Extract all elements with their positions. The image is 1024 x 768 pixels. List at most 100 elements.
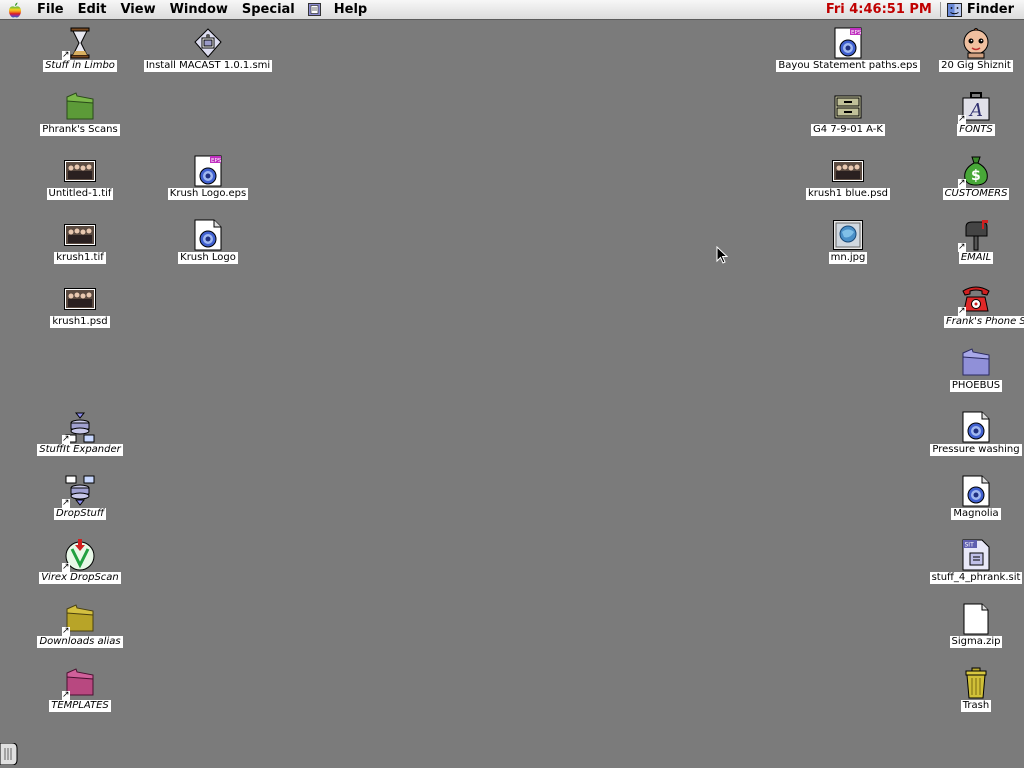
image-thumbnail-icon	[64, 288, 96, 310]
desktop-icon-label: PHOEBUS	[949, 380, 1003, 392]
desktop-icon-label: G4 7-9-01 A-K	[811, 124, 885, 136]
desktop-icon-krush1-tif[interactable]: krush1.tif	[20, 219, 140, 264]
mouse-pointer-icon	[716, 246, 728, 264]
desktop-icon-label: krush1.psd	[50, 316, 110, 328]
desktop-icon-virex-dropscan[interactable]: ↗ Virex DropScan	[20, 539, 140, 584]
desktop-icon-label: StuffIt Expander	[37, 444, 123, 456]
desktop-icon-fonts[interactable]: A ↗ FONTS	[916, 91, 1024, 136]
alias-arrow-icon: ↗	[62, 434, 70, 444]
desktop-icon-label: Phrank's Scans	[40, 124, 120, 136]
purple-folder-icon	[962, 348, 990, 376]
alias-arrow-icon: ↗	[958, 242, 966, 252]
desktop-icon-pressure-washing[interactable]: Pressure washing	[916, 411, 1024, 456]
image-thumbnail-icon	[832, 160, 864, 182]
menu-special[interactable]: Special	[235, 0, 302, 19]
desktop-icon-dropstuff[interactable]: ↗ DropStuff	[20, 475, 140, 520]
desktop-icon-label: Sigma.zip	[949, 636, 1003, 648]
desktop-icon-20-gig-shiznit[interactable]: 20 Gig Shiznit	[916, 27, 1024, 72]
desktop-icon-email[interactable]: ↗ EMAIL	[916, 219, 1024, 264]
svg-text:$: $	[971, 168, 981, 184]
desktop-icon-label: mn.jpg	[828, 252, 868, 264]
alias-arrow-icon: ↗	[62, 562, 70, 572]
desktop-icon-label: Krush Logo.eps	[167, 188, 249, 200]
desktop-icon-label: DropStuff	[53, 508, 107, 520]
application-name: Finder	[966, 2, 1014, 17]
desktop-icon-stuff-in-limbo[interactable]: ↗ Stuff in Limbo	[20, 27, 140, 72]
desktop-icon-label: Trash	[960, 700, 992, 712]
menu-file[interactable]: File	[30, 0, 71, 19]
desktop-icon-label: Magnolia	[951, 508, 1001, 520]
finder-icon	[946, 2, 962, 17]
desktop-icon-sigma-zip[interactable]: Sigma.zip	[916, 603, 1024, 648]
desktop-icon-label: Bayou Statement paths.eps	[776, 60, 920, 72]
alias-arrow-icon: ↗	[62, 50, 70, 60]
desktop-icon-label: FONTS	[957, 124, 995, 136]
desktop-icon-bayou-statement-eps[interactable]: EPS Bayou Statement paths.eps	[776, 27, 920, 72]
apple-menu[interactable]	[0, 0, 30, 19]
svg-text:SIT: SIT	[965, 542, 975, 549]
file-cabinet-icon	[834, 95, 862, 119]
desktop-icon-krush-logo[interactable]: Krush Logo	[148, 219, 268, 264]
desktop-icon-label: CUSTOMERS	[942, 188, 1010, 200]
document-icon	[962, 411, 990, 443]
desktop-icon-install-macast[interactable]: Install MACAST 1.0.1.smi	[143, 27, 273, 72]
eps-document-icon: EPS	[834, 27, 862, 59]
blank-document-icon	[963, 603, 989, 635]
desktop-icon-krush1-blue-psd[interactable]: krush1 blue.psd	[788, 155, 908, 200]
desktop-icon-magnolia[interactable]: Magnolia	[916, 475, 1024, 520]
desktop-icon-franks-phone-sheet[interactable]: ↗ Frank's Phone Sheet	[916, 283, 1024, 328]
script-icon	[307, 3, 321, 16]
desktop-icon-stuff-4-phrank-sit[interactable]: SIT stuff_4_phrank.sit	[916, 539, 1024, 584]
desktop-icon-phoebus[interactable]: PHOEBUS	[916, 347, 1024, 392]
svg-text:EPS: EPS	[851, 30, 862, 36]
desktop-icon-label: Frank's Phone Sheet	[944, 316, 1024, 328]
desktop-icon-label: krush1.tif	[54, 252, 106, 264]
desktop-icon-untitled-1-tif[interactable]: Untitled-1.tif	[20, 155, 140, 200]
menu-window[interactable]: Window	[163, 0, 235, 19]
desktop-icon-label: Krush Logo	[178, 252, 238, 264]
menu-bar: File Edit View Window Special Help Fri 4…	[0, 0, 1024, 20]
sit-archive-icon: SIT	[962, 539, 990, 571]
applescript-menu[interactable]	[302, 0, 327, 19]
desktop-icon-label: stuff_4_phrank.sit	[929, 572, 1023, 584]
desktop-icon-g4-7-9-01-a-k[interactable]: G4 7-9-01 A-K	[788, 91, 908, 136]
desktop-icon-phranks-scans[interactable]: Phrank's Scans	[20, 91, 140, 136]
desktop-icon-label: Install MACAST 1.0.1.smi	[143, 60, 273, 72]
document-icon	[194, 219, 222, 251]
desktop-icon-label: Downloads alias	[37, 636, 123, 648]
menu-view[interactable]: View	[113, 0, 162, 19]
menu-help[interactable]: Help	[327, 0, 374, 19]
desktop-icon-label: 20 Gig Shiznit	[939, 60, 1013, 72]
green-folder-icon	[66, 92, 94, 120]
alias-arrow-icon: ↗	[958, 178, 966, 188]
trash-icon	[965, 667, 987, 699]
alias-arrow-icon: ↗	[62, 690, 70, 700]
alias-arrow-icon: ↗	[62, 498, 70, 508]
desktop-icon-customers[interactable]: $ ↗ CUSTOMERS	[916, 155, 1024, 200]
desktop-icon-label: Virex DropScan	[39, 572, 121, 584]
desktop-icon-krush-logo-eps[interactable]: EPS Krush Logo.eps	[148, 155, 268, 200]
desktop-icon-krush1-psd[interactable]: krush1.psd	[20, 283, 140, 328]
desktop-icon-mn-jpg[interactable]: mn.jpg	[788, 219, 908, 264]
drawer-tab-icon[interactable]	[0, 743, 18, 765]
document-icon	[962, 475, 990, 507]
menu-edit[interactable]: Edit	[71, 0, 114, 19]
desktop-icon-trash[interactable]: Trash	[916, 667, 1024, 712]
desktop-icon-stuffit-expander[interactable]: ↗ StuffIt Expander	[20, 411, 140, 456]
desktop-icon-label: krush1 blue.psd	[805, 188, 891, 200]
image-thumbnail-icon	[64, 224, 96, 246]
application-menu[interactable]: Finder	[941, 2, 1024, 17]
eps-document-icon: EPS	[194, 155, 222, 187]
image-thumbnail-icon	[64, 160, 96, 182]
desktop-icon-downloads-alias[interactable]: ↗ Downloads alias	[20, 603, 140, 648]
svg-text:EPS: EPS	[211, 158, 222, 164]
desktop-icon-templates[interactable]: ↗ TEMPLATES	[20, 667, 140, 712]
menu-clock[interactable]: Fri 4:46:51 PM	[818, 2, 940, 17]
apple-icon	[9, 2, 21, 18]
desktop-icon-label: Untitled-1.tif	[46, 188, 114, 200]
desktop: File Edit View Window Special Help Fri 4…	[0, 0, 1024, 768]
jpeg-icon	[833, 220, 863, 250]
alias-arrow-icon: ↗	[958, 114, 966, 124]
svg-text:A: A	[968, 100, 983, 121]
desktop-icon-label: TEMPLATES	[49, 700, 111, 712]
